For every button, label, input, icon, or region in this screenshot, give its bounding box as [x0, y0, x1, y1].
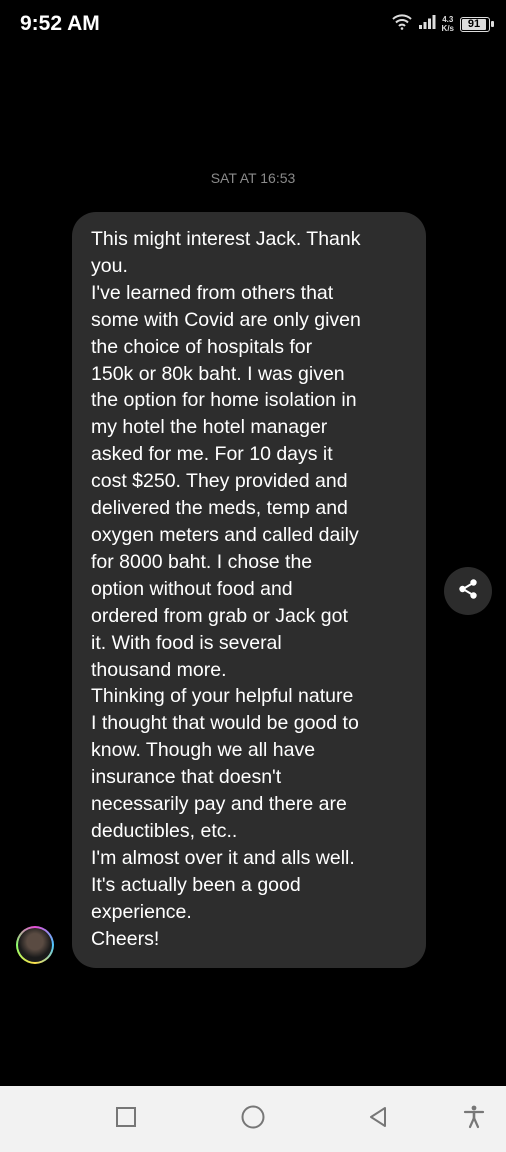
- status-icons: 4.3 K/s 91: [391, 12, 494, 36]
- wifi-icon: [391, 13, 412, 35]
- message-line: some with Covid are only given: [91, 308, 361, 331]
- message-line: necessarily pay and there are: [91, 793, 347, 816]
- message-line: This might interest Jack. Thank: [91, 228, 361, 250]
- message-line: ordered from grab or Jack got: [91, 604, 348, 627]
- message-line: asked for me. For 10 days it: [91, 443, 333, 466]
- message-line: insurance that doesn't: [91, 766, 282, 789]
- avatar[interactable]: [16, 926, 54, 964]
- back-button[interactable]: [362, 1103, 394, 1135]
- back-triangle-icon: [367, 1106, 389, 1133]
- signal-icon: [418, 14, 436, 35]
- message-line: the option for home isolation in: [91, 389, 357, 412]
- message-bubble[interactable]: This might interest Jack. Thank you. I've …: [72, 212, 426, 968]
- message-line: I've learned from others that: [91, 281, 334, 304]
- message-line: thousand more.: [91, 658, 227, 681]
- message-line: option without food and: [91, 577, 293, 600]
- message-line: I thought that would be good to: [91, 712, 359, 735]
- share-icon: [457, 578, 479, 605]
- recents-button[interactable]: [110, 1103, 142, 1135]
- navigation-bar: [0, 1086, 506, 1152]
- status-time: 9:52 AM: [20, 12, 100, 35]
- battery-level: 91: [462, 18, 486, 30]
- message-line: know. Though we all have: [91, 739, 316, 762]
- message-line: It's actually been a good: [91, 873, 301, 896]
- message-line: Cheers!: [91, 927, 160, 950]
- message-line: experience.: [91, 900, 192, 923]
- message-line: cost $250. They provided and: [91, 470, 348, 493]
- message-line: oxygen meters and called daily: [91, 523, 359, 546]
- message-timestamp: SAT AT 16:53: [210, 170, 296, 186]
- message-line: my hotel the hotel manager: [91, 416, 328, 439]
- status-bar: 9:52 AM 4.3 K/s 91: [0, 0, 506, 48]
- network-speed-unit: K/s: [441, 24, 454, 33]
- share-button[interactable]: [444, 567, 492, 615]
- circle-icon: [240, 1104, 266, 1135]
- message-line: you.: [91, 254, 128, 277]
- message-line: for 8000 baht. I chose the: [91, 550, 313, 573]
- avatar-image: [18, 928, 52, 962]
- message-line: the choice of hospitals for: [91, 335, 313, 358]
- square-icon: [115, 1106, 137, 1133]
- home-button[interactable]: [237, 1103, 269, 1135]
- message-line: it. With food is several: [91, 631, 282, 654]
- network-speed-value: 4.3: [442, 15, 454, 24]
- accessibility-icon: [463, 1105, 485, 1134]
- message-line: 150k or 80k baht. I was given: [91, 362, 345, 385]
- battery-icon: 91: [460, 16, 494, 32]
- message-line: delivered the meds, temp and: [91, 497, 348, 520]
- accessibility-button[interactable]: [458, 1103, 490, 1135]
- network-speed: 4.3 K/s: [442, 15, 454, 33]
- message-line: deductibles, etc..: [91, 819, 238, 842]
- message-line: I'm almost over it and alls well.: [91, 846, 355, 869]
- message-line: Thinking of your helpful nature: [91, 685, 354, 708]
